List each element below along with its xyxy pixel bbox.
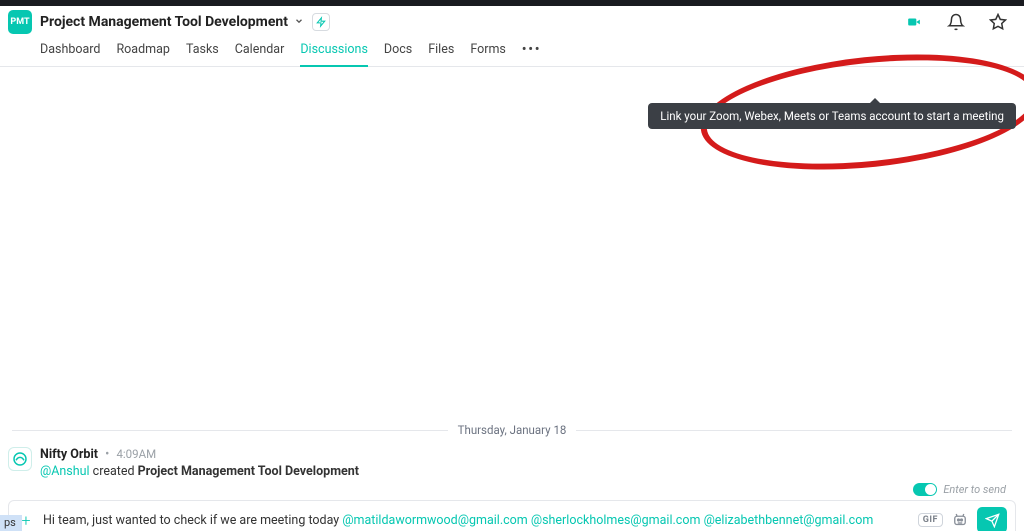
discussion-workspace: Link your Zoom, Webex, Meets or Teams ac… [0,67,1024,437]
corner-tag: ps [0,515,22,531]
gif-button[interactable]: GIF [918,513,943,527]
composer-text-prefix: Hi team, just wanted to check if we are … [43,513,342,528]
divider-date: Thursday, January 18 [458,423,567,437]
divider-line-left [12,430,448,431]
message-meta: Nifty Orbit • 4:09AM [40,447,359,462]
tab-tasks[interactable]: Tasks [186,38,219,66]
enter-to-send-row: Enter to send [8,483,1016,496]
tab-calendar[interactable]: Calendar [235,38,285,66]
composer-area: Enter to send + Hi team, just wanted to … [0,483,1024,531]
divider-line-right [576,430,1012,431]
chevron-down-icon[interactable] [294,15,304,29]
message-time: 4:09AM [116,447,156,461]
project-badge: PMT [8,10,32,34]
project-header: PMT Project Management Tool Development [0,6,1024,34]
star-favorite-icon[interactable] [986,10,1010,34]
tab-docs[interactable]: Docs [384,38,412,66]
message-object: Project Management Tool Development [138,464,359,479]
tabs-more-icon[interactable]: ••• [522,38,541,66]
enter-to-send-toggle[interactable] [913,483,937,496]
project-title[interactable]: Project Management Tool Development [40,14,288,30]
user-mention[interactable]: @Anshul [40,464,90,479]
tab-roadmap[interactable]: Roadmap [116,38,169,66]
ai-bot-icon[interactable] [951,511,969,529]
message-body: @Anshul created Project Management Tool … [40,464,359,479]
notification-bell-icon[interactable] [944,10,968,34]
author-avatar[interactable] [8,447,32,471]
system-message: Nifty Orbit • 4:09AM @Anshul created Pro… [0,437,1024,483]
message-author[interactable]: Nifty Orbit [40,447,98,462]
tab-files[interactable]: Files [428,38,454,66]
tab-dashboard[interactable]: Dashboard [40,38,100,66]
message-verb: created [90,464,138,479]
composer-input[interactable]: Hi team, just wanted to check if we are … [43,513,910,528]
video-meeting-icon[interactable] [902,10,926,34]
enter-to-send-label: Enter to send [943,483,1006,496]
email-mention-2[interactable]: @sherlockholmes@gmail.com [531,513,701,528]
header-actions [902,10,1010,34]
nav-tabs: Dashboard Roadmap Tasks Calendar Discuss… [0,34,1024,67]
message-composer[interactable]: + Hi team, just wanted to check if we ar… [8,500,1016,531]
tab-discussions[interactable]: Discussions [300,38,368,67]
email-mention-1[interactable]: @matildawormwood@gmail.com [342,513,527,528]
automation-bolt-icon[interactable] [312,13,330,31]
meta-separator: • [105,447,109,462]
video-link-tooltip: Link your Zoom, Webex, Meets or Teams ac… [648,103,1016,129]
send-button[interactable] [977,507,1007,531]
email-mention-3[interactable]: @elizabethbennet@gmail.com [704,513,874,528]
date-divider: Thursday, January 18 [0,423,1024,437]
tab-forms[interactable]: Forms [470,38,506,66]
